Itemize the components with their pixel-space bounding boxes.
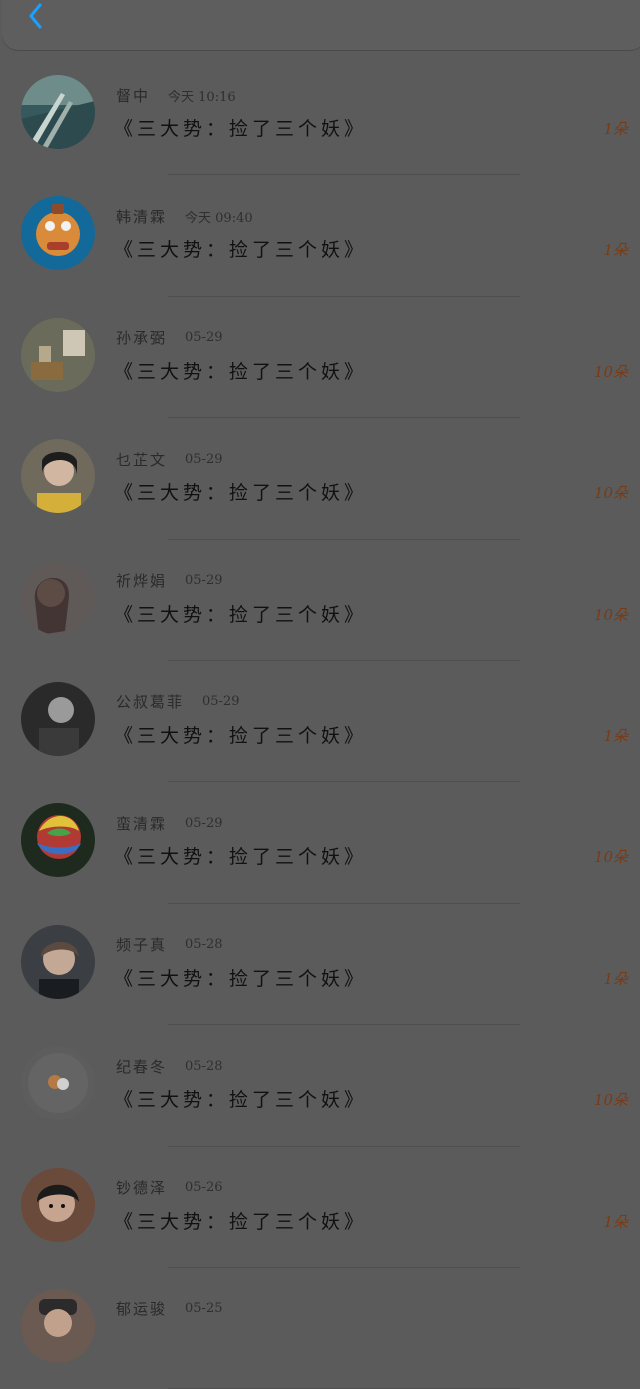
avatar[interactable]	[21, 1288, 95, 1363]
boy-portrait-avatar	[21, 1167, 95, 1242]
avatar[interactable]	[21, 1167, 95, 1242]
timestamp: 05-29	[202, 694, 240, 710]
user-name: 韩清霖	[116, 207, 168, 226]
avatar[interactable]	[21, 803, 95, 878]
flower-count: 10朵	[593, 1091, 628, 1110]
flower-count: 10朵	[593, 484, 628, 503]
hat-portrait-avatar	[21, 1288, 95, 1363]
list-item[interactable]: 乜芷文 05-29 《三大势：捡了三个妖》 10朵	[0, 418, 640, 540]
man-portrait-avatar	[21, 924, 95, 999]
avatar[interactable]	[21, 1046, 95, 1121]
timestamp: 05-25	[185, 1301, 223, 1317]
user-name: 督中	[116, 86, 151, 105]
book-title: 《三大势：捡了三个妖》	[114, 846, 368, 869]
list-item[interactable]: 韩清霖 今天 09:40 《三大势：捡了三个妖》 1朵	[0, 175, 640, 298]
book-title: 《三大势：捡了三个妖》	[114, 360, 368, 383]
flower-count: 1朵	[603, 726, 628, 745]
timestamp: 05-29	[185, 330, 223, 346]
flower-count: 10朵	[593, 848, 628, 867]
user-name: 钞德泽	[116, 1179, 168, 1198]
timestamp: 05-28	[185, 1058, 223, 1074]
flower-count: 10朵	[593, 605, 628, 624]
photo-frame-avatar	[21, 317, 95, 392]
list-item[interactable]: 蛮清霖 05-29 《三大势：捡了三个妖》 10朵	[0, 782, 640, 905]
timestamp: 05-26	[185, 1180, 223, 1196]
book-title: 《三大势：捡了三个妖》	[114, 118, 368, 140]
flower-count: 1朵	[603, 241, 628, 260]
timestamp: 05-29	[185, 573, 223, 589]
flower-count: 1朵	[603, 969, 628, 988]
avatar[interactable]	[21, 681, 95, 756]
rainbow-rose-avatar	[21, 803, 95, 878]
top-bar-card	[2, 0, 640, 50]
avatar[interactable]	[21, 196, 95, 271]
flower-count: 1朵	[603, 120, 628, 138]
grayscale-portrait-avatar	[21, 681, 95, 756]
book-title: 《三大势：捡了三个妖》	[114, 1089, 368, 1112]
book-title: 《三大势：捡了三个妖》	[114, 482, 368, 505]
book-title: 《三大势：捡了三个妖》	[114, 603, 368, 626]
list-item[interactable]: 祈烨娟 05-29 《三大势：捡了三个妖》 10朵	[0, 540, 640, 662]
list-item[interactable]: 钞德泽 05-26 《三大势：捡了三个妖》 1朵	[0, 1147, 640, 1269]
cartoon-robot-avatar	[21, 196, 95, 271]
abstract-landscape-avatar	[21, 75, 95, 149]
user-name: 祈烨娟	[116, 572, 168, 591]
book-title: 《三大势：捡了三个妖》	[114, 239, 368, 262]
user-name: 公叔葛菲	[116, 693, 185, 712]
user-name: 蛮清霖	[116, 814, 168, 833]
list-item[interactable]: 郁运骏 05-25	[0, 1268, 640, 1389]
book-title: 《三大势：捡了三个妖》	[114, 967, 368, 990]
list-item[interactable]: 公叔葛菲 05-29 《三大势：捡了三个妖》 1朵	[0, 661, 640, 783]
back-button[interactable]	[18, 0, 52, 34]
timestamp: 今天 09:40	[185, 210, 253, 226]
list-item[interactable]: 督中 今天 10:16 《三大势：捡了三个妖》 1朵	[0, 54, 640, 176]
list-item[interactable]: 纪春冬 05-28 《三大势：捡了三个妖》 10朵	[0, 1025, 640, 1147]
woman-portrait-avatar	[21, 560, 95, 635]
gift-list: 督中 今天 10:16 《三大势：捡了三个妖》 1朵 韩清霖 今天 09:40 …	[0, 54, 640, 1389]
cute-sticker-avatar	[21, 1046, 95, 1121]
timestamp: 今天 10:16	[168, 89, 236, 105]
girl-portrait-avatar	[21, 439, 95, 514]
flower-count: 10朵	[593, 362, 628, 381]
timestamp: 05-28	[185, 937, 223, 953]
flower-count: 1朵	[603, 1212, 628, 1231]
avatar[interactable]	[21, 560, 95, 635]
book-title: 《三大势：捡了三个妖》	[114, 724, 368, 747]
chevron-left-icon	[29, 3, 42, 29]
user-name: 孙承弼	[116, 329, 168, 348]
avatar[interactable]	[21, 75, 95, 149]
timestamp: 05-29	[185, 815, 223, 831]
list-item[interactable]: 频子真 05-28 《三大势：捡了三个妖》 1朵	[0, 904, 640, 1026]
top-bar	[0, 0, 640, 54]
user-name: 频子真	[116, 936, 168, 955]
user-name: 郁运骏	[116, 1300, 168, 1319]
avatar[interactable]	[21, 439, 95, 514]
user-name: 纪春冬	[116, 1057, 168, 1076]
book-title: 《三大势：捡了三个妖》	[114, 1210, 368, 1233]
avatar[interactable]	[21, 924, 95, 999]
list-item[interactable]: 孙承弼 05-29 《三大势：捡了三个妖》 10朵	[0, 297, 640, 419]
user-name: 乜芷文	[116, 450, 168, 469]
timestamp: 05-29	[185, 451, 223, 467]
avatar[interactable]	[21, 317, 95, 392]
